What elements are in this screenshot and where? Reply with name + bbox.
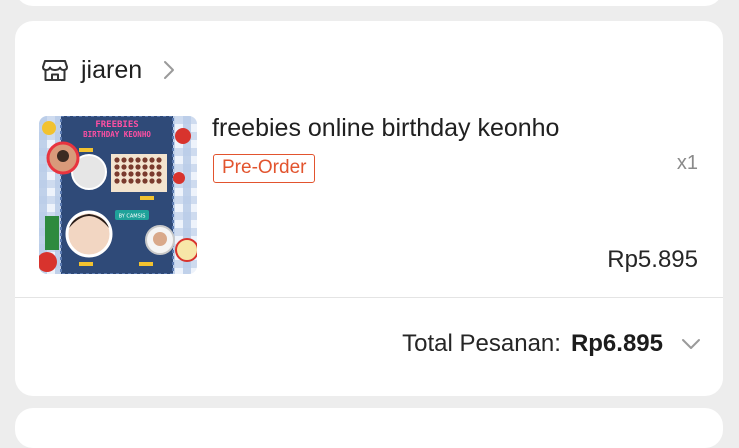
shop-name[interactable]: jiaren <box>81 56 142 85</box>
chevron-right-icon[interactable] <box>162 59 176 81</box>
product-thumbnail[interactable]: FREEBIES BIRTHDAY KEONHO BY CAMSIS <box>39 116 197 274</box>
thumb-headline-2: BIRTHDAY KEONHO <box>83 130 151 139</box>
thumb-mini-grid <box>111 154 167 192</box>
product-title[interactable]: freebies online birthday keonho <box>212 114 559 143</box>
order-card[interactable]: jiaren FREEBIES BIRTHDAY KEONHO BY CAMSI… <box>15 21 723 396</box>
thumb-tag: BY CAMSIS <box>119 214 146 220</box>
thumb-headline-1: FREEBIES <box>95 120 138 130</box>
order-total-value: Rp6.895 <box>570 330 663 357</box>
preorder-badge: Pre-Order <box>213 154 316 183</box>
previous-card <box>15 0 723 6</box>
divider <box>15 297 723 298</box>
product-price: Rp5.895 <box>607 246 698 273</box>
store-icon <box>42 60 68 81</box>
chevron-down-icon[interactable] <box>681 338 701 350</box>
product-quantity: x1 <box>676 152 698 174</box>
order-total-row[interactable]: Total Pesanan: Rp6.895 <box>402 327 701 361</box>
next-card <box>15 408 723 448</box>
shop-header[interactable]: jiaren <box>41 53 176 87</box>
order-total-label: Total Pesanan: <box>402 330 561 357</box>
